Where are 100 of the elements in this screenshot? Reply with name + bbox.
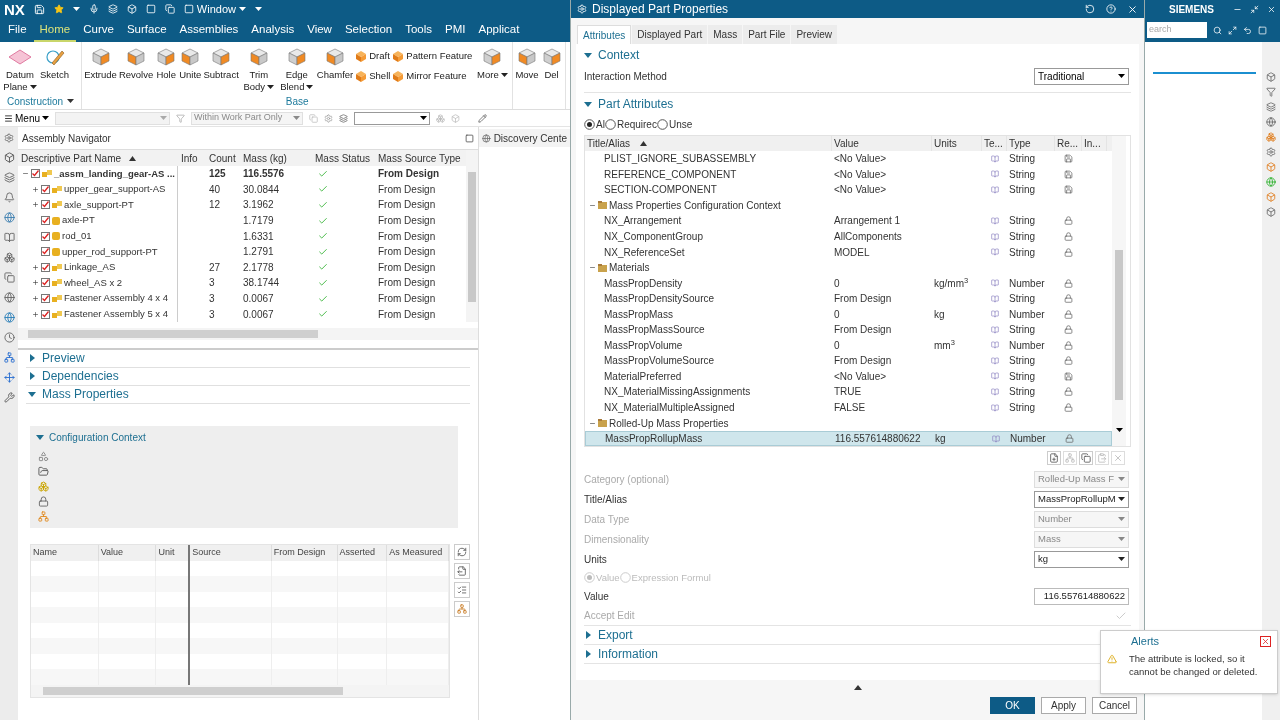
copy-icon[interactable] (1079, 451, 1093, 466)
column-header[interactable]: Mass Status (312, 150, 375, 166)
box-icon[interactable] (1266, 207, 1276, 217)
copy-icon[interactable] (3, 272, 15, 283)
section-header[interactable]: Mass Properties (26, 385, 470, 404)
ribbon-command[interactable]: Del (539, 45, 564, 81)
dropdown-field[interactable]: MassPropRollupM (1034, 490, 1129, 508)
group-title[interactable]: Rolled-Up Mass Properties (609, 415, 729, 431)
checkbox[interactable] (41, 294, 50, 304)
column-header[interactable]: Asserted (337, 544, 388, 561)
window-icon[interactable] (145, 4, 156, 14)
menu-tab[interactable]: Assemblies (173, 20, 245, 42)
attribute-row[interactable]: SECTION-COMPONENT <No Value> String (585, 182, 1112, 198)
interaction-method-dropdown[interactable]: Traditional (1034, 67, 1129, 85)
layers-icon[interactable] (339, 113, 348, 123)
menu-tab[interactable]: Curve (77, 20, 120, 42)
dialog-tab[interactable]: Part File (743, 25, 791, 44)
value-field[interactable]: 116.557614880622 (1034, 587, 1129, 605)
close-icon[interactable] (1260, 635, 1271, 647)
column-header[interactable]: Descriptive Part Name (18, 150, 178, 166)
ribbon-command[interactable]: Hole (154, 45, 179, 81)
dialog-button[interactable]: OK (990, 697, 1035, 714)
globe-icon[interactable] (3, 292, 15, 303)
dialog-tab[interactable]: Preview (791, 25, 837, 44)
ribbon-command[interactable]: Chamfer (315, 45, 355, 81)
menu-tab[interactable]: File (2, 20, 33, 42)
column-header[interactable]: Te... (982, 136, 1007, 151)
restore-icon[interactable] (1250, 4, 1259, 14)
layers-icon[interactable] (3, 172, 15, 183)
boxes-icon[interactable] (3, 252, 15, 263)
attribute-row[interactable]: NX_ReferenceSet MODEL String (585, 244, 1112, 260)
vertical-scrollbar[interactable] (466, 150, 478, 322)
wrench-icon[interactable] (3, 392, 15, 403)
dialog-tab[interactable]: Attributes (577, 25, 632, 44)
attribute-row[interactable]: REFERENCE_COMPONENT <No Value> String (585, 166, 1112, 183)
vertical-scrollbar[interactable] (1112, 136, 1126, 447)
menu-tab[interactable]: Tools (399, 20, 439, 42)
ribbon-command[interactable]: Mirror Feature (392, 69, 473, 84)
close-icon[interactable] (1267, 4, 1276, 14)
layers-icon[interactable] (107, 4, 118, 14)
filter-radio[interactable]: Al (584, 116, 605, 132)
assembly-nav-icon[interactable] (3, 152, 15, 163)
checkbox[interactable] (41, 309, 50, 319)
column-header[interactable]: Source (190, 544, 272, 561)
close-icon[interactable] (1127, 3, 1138, 15)
box-icon[interactable] (1266, 162, 1276, 172)
globe-icon[interactable] (3, 312, 15, 323)
ribbon-command[interactable]: Extrude (83, 45, 118, 81)
attribute-row[interactable]: PLIST_IGNORE_SUBASSEMBLY <No Value> String (585, 151, 1112, 167)
ribbon-command[interactable]: Draft (355, 49, 391, 64)
column-header[interactable]: Re... (1055, 136, 1082, 151)
section-header[interactable]: Preview (26, 349, 470, 368)
expand-icon[interactable] (32, 185, 39, 193)
checkbox[interactable] (41, 216, 50, 226)
analysis-icon[interactable] (3, 352, 15, 363)
group-title[interactable]: Materials (609, 260, 650, 276)
new-attribute-icon[interactable] (1047, 451, 1061, 466)
column-header[interactable]: Value (98, 544, 157, 561)
attribute-row[interactable]: NX_ComponentGroup AllComponents String (585, 228, 1112, 245)
list-icon[interactable] (454, 581, 470, 598)
export-icon[interactable] (454, 562, 470, 579)
filter-icon[interactable] (1266, 87, 1276, 97)
checkbox[interactable] (41, 200, 50, 210)
copy-icon[interactable] (164, 4, 175, 14)
bell-icon[interactable] (3, 192, 15, 203)
box-icon[interactable] (1266, 72, 1276, 82)
clock-icon[interactable] (3, 332, 15, 343)
settings-icon[interactable] (1266, 147, 1276, 157)
checkbox[interactable] (41, 231, 50, 241)
shapes-icon[interactable] (38, 450, 49, 462)
attribute-row[interactable]: MassPropDensity 0 kg/mm$^{3}$ Number (585, 275, 1112, 291)
settings-icon[interactable] (4, 133, 14, 143)
part-name[interactable]: axle_support-PT (64, 197, 134, 213)
ribbon-command[interactable]: Datum Plane (1, 45, 39, 93)
ribbon-command[interactable]: Move (514, 45, 540, 81)
reset-icon[interactable] (1085, 4, 1095, 14)
part-name[interactable]: Fastener Assembly 4 x 4 (64, 291, 169, 306)
checkbox[interactable] (31, 169, 40, 179)
checkbox[interactable] (41, 262, 50, 272)
expand-icon[interactable] (32, 295, 39, 303)
move-icon[interactable] (3, 372, 15, 383)
menu-tab[interactable]: Surface (120, 20, 173, 42)
part-name[interactable]: axle-PT (62, 213, 95, 228)
network-icon[interactable] (38, 510, 49, 522)
part-name[interactable]: Linkage_AS (64, 260, 116, 275)
ribbon-command[interactable]: Pattern Feature (392, 49, 473, 64)
attribute-row[interactable]: MaterialPreferred <No Value> String (585, 368, 1112, 385)
dialog-tab[interactable]: Mass (708, 25, 743, 44)
ribbon-command[interactable]: Shell (355, 69, 391, 84)
part-name[interactable]: upper_gear_support-AS (64, 182, 166, 197)
settings-icon[interactable] (324, 113, 333, 123)
layers-icon[interactable] (1266, 102, 1276, 112)
attribute-row[interactable]: MassPropVolumeSource From Design String (585, 353, 1112, 369)
part-name[interactable]: wheel_AS x 2 (64, 275, 123, 291)
lock-icon[interactable] (38, 495, 49, 507)
filter-icon[interactable] (176, 113, 185, 123)
microphone-icon[interactable] (88, 4, 99, 14)
ribbon-command[interactable]: Sketch (39, 45, 71, 81)
globe-icon[interactable] (1266, 117, 1276, 127)
ribbon-command[interactable]: Unite (178, 45, 203, 81)
